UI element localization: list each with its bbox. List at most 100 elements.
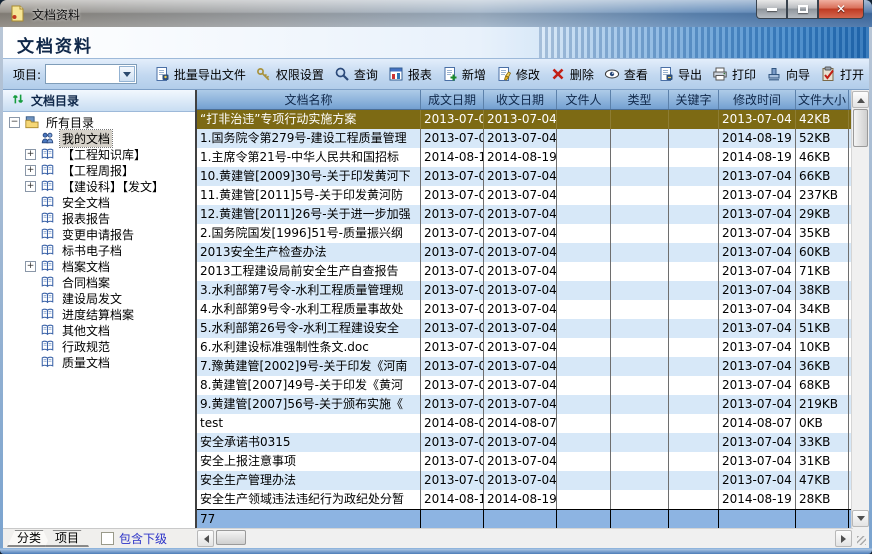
table-row[interactable]: 安全生产管理办法2013-07-042013-07-042013-07-0447… xyxy=(197,471,851,490)
column-header-收文日期[interactable]: 收文日期 xyxy=(484,90,557,109)
tree-item-变更申请报告[interactable]: 变更申请报告 xyxy=(3,226,195,242)
table-row[interactable]: 4.水利部第9号令-水利工程质量事故处2013-07-042013-07-042… xyxy=(197,300,851,319)
sidebar: 文档目录 −所有目录我的文档+【工程知识库】+【工程周报】+【建设科】【发文】安… xyxy=(3,90,196,528)
expand-plus-icon[interactable]: + xyxy=(25,261,36,272)
project-combobox[interactable] xyxy=(45,64,137,84)
add-button[interactable]: 新增 xyxy=(437,64,491,85)
table-cell: 2013-07-04 xyxy=(719,262,796,281)
tree-item-档案文档[interactable]: +档案文档 xyxy=(3,258,195,274)
expand-plus-icon[interactable]: + xyxy=(25,181,36,192)
tree-item-报表报告[interactable]: 报表报告 xyxy=(3,210,195,226)
query-button[interactable]: 查询 xyxy=(329,64,383,85)
table-row[interactable]: 2013工程建设局前安全生产自查报告2013-07-042013-07-0420… xyxy=(197,262,851,281)
table-cell: 2013-07-04 xyxy=(421,338,484,357)
vertical-scroll-thumb[interactable] xyxy=(853,109,868,147)
column-header-类型[interactable]: 类型 xyxy=(611,90,669,109)
report-button[interactable]: 报表 xyxy=(383,64,437,85)
tab-category[interactable]: 分类 xyxy=(7,530,51,547)
arrow-up-icon xyxy=(857,94,865,103)
export-button[interactable]: 导出 xyxy=(653,64,707,85)
table-cell: 2013-07-04 xyxy=(719,376,796,395)
include-sub-checkbox[interactable] xyxy=(101,532,114,545)
tree-item-其他文档[interactable]: 其他文档 xyxy=(3,322,195,338)
wizard-button[interactable]: 向导 xyxy=(761,64,815,85)
horizontal-scrollbar[interactable] xyxy=(196,528,853,548)
tree-item-所有目录[interactable]: −所有目录 xyxy=(3,114,195,130)
table-row[interactable]: 1.国务院令第279号-建设工程质量管理2013-07-042013-07-04… xyxy=(197,129,851,148)
column-header-关键字[interactable]: 关键字 xyxy=(669,90,719,109)
scroll-right-button[interactable] xyxy=(835,530,852,547)
table-row[interactable]: 8.黄建管[2007]49号-关于印发《黄河2013-07-042013-07-… xyxy=(197,376,851,395)
table-row[interactable]: 10.黄建管[2009]30号-关于印发黄河下2013-07-042013-07… xyxy=(197,167,851,186)
open-button[interactable]: 打开 xyxy=(815,64,869,85)
table-cell xyxy=(611,300,669,319)
tree-item-【工程周报】[interactable]: +【工程周报】 xyxy=(3,162,195,178)
batch-export-button[interactable]: 批量导出文件 xyxy=(149,64,251,85)
table-row[interactable]: 2013安全生产检查办法2013-07-042013-07-042013-07-… xyxy=(197,243,851,262)
table-cell: 219KB xyxy=(796,395,849,414)
tree-item-【工程知识库】[interactable]: +【工程知识库】 xyxy=(3,146,195,162)
horizontal-scroll-thumb[interactable] xyxy=(216,530,246,545)
table-row[interactable]: 3.水利部第7号令-水利工程质量管理规2013-07-042013-07-042… xyxy=(197,281,851,300)
tree-item-label: 合同档案 xyxy=(60,274,112,291)
print-button[interactable]: 打印 xyxy=(707,64,761,85)
permissions-button[interactable]: 权限设置 xyxy=(251,64,329,85)
tree-item-合同档案[interactable]: 合同档案 xyxy=(3,274,195,290)
key-icon xyxy=(256,66,272,82)
tree-item-进度结算档案[interactable]: 进度结算档案 xyxy=(3,306,195,322)
chevron-down-icon[interactable] xyxy=(119,66,135,82)
column-header-修改时间[interactable]: 修改时间 xyxy=(719,90,796,109)
delete-button[interactable]: 删除 xyxy=(545,64,599,85)
table-row[interactable]: 安全上报注意事项2013-07-042013-07-042013-07-0431… xyxy=(197,452,851,471)
tree-item-我的文档[interactable]: 我的文档 xyxy=(3,130,195,146)
tree-item-标书电子档[interactable]: 标书电子档 xyxy=(3,242,195,258)
table-row[interactable]: 2.国务院国发[1996]51号-质量振兴纲2013-07-042013-07-… xyxy=(197,224,851,243)
table-cell xyxy=(611,452,669,471)
view-button[interactable]: 查看 xyxy=(599,64,653,85)
column-header-成文日期[interactable]: 成文日期 xyxy=(421,90,484,109)
sync-icon[interactable] xyxy=(11,92,25,109)
table-row[interactable]: 6.水利建设标准强制性条文.doc2013-07-042013-07-04201… xyxy=(197,338,851,357)
table-cell: 2013-07-04 xyxy=(484,110,557,129)
scroll-down-button[interactable] xyxy=(852,510,869,527)
collapse-minus-icon[interactable]: − xyxy=(9,117,20,128)
close-button[interactable]: ✕ xyxy=(818,0,864,19)
table-row[interactable]: test2014-08-072014-08-072014-08-070KB xyxy=(197,414,851,433)
expand-plus-icon[interactable]: + xyxy=(25,165,36,176)
table-row[interactable]: “打非治违”专项行动实施方案2013-07-042013-07-042013-0… xyxy=(197,110,851,129)
tab-project[interactable]: 项目 xyxy=(45,530,89,547)
maximize-button[interactable] xyxy=(787,0,818,19)
book-icon xyxy=(39,243,56,257)
tree-item-【建设科】【发文】[interactable]: +【建设科】【发文】 xyxy=(3,178,195,194)
table-row[interactable]: 9.黄建管[2007]56号-关于颁布实施《2013-07-042013-07-… xyxy=(197,395,851,414)
tree-item-建设局发文[interactable]: 建设局发文 xyxy=(3,290,195,306)
column-header-文件人[interactable]: 文件人 xyxy=(557,90,611,109)
expand-plus-icon[interactable]: + xyxy=(25,149,36,160)
minimize-button[interactable] xyxy=(756,0,787,19)
count-row-cell xyxy=(796,510,849,528)
table-cell xyxy=(669,281,719,300)
table-row[interactable]: 1.主席令第21号-中华人民共和国招标2014-08-192014-08-192… xyxy=(197,148,851,167)
tree-item-label: 其他文档 xyxy=(60,322,112,339)
table-row[interactable]: 12.黄建管[2011]26号-关于进一步加强2013-07-042013-07… xyxy=(197,205,851,224)
vertical-scrollbar[interactable] xyxy=(851,90,869,528)
book-icon xyxy=(39,291,56,305)
tree-item-质量文档[interactable]: 质量文档 xyxy=(3,354,195,370)
column-header-文档名称[interactable]: 文档名称 xyxy=(197,90,421,109)
table-row[interactable]: 7.豫黄建管[2002]9号-关于印发《河南2013-07-042013-07-… xyxy=(197,357,851,376)
table-row[interactable]: 安全承诺书03152013-07-042013-07-042013-07-043… xyxy=(197,433,851,452)
toolbar-buttons: 批量导出文件权限设置查询报表新增修改删除查看导出打印向导打开 xyxy=(149,64,869,85)
table-row[interactable]: 11.黄建管[2011]5号-关于印发黄河防2013-07-042013-07-… xyxy=(197,186,851,205)
resize-grip[interactable] xyxy=(853,528,869,548)
scroll-left-button[interactable] xyxy=(197,530,214,547)
close-icon: ✕ xyxy=(836,3,846,15)
tree-item-安全文档[interactable]: 安全文档 xyxy=(3,194,195,210)
column-header-文件大小[interactable]: 文件大小 xyxy=(796,90,849,109)
table-row[interactable]: 5.水利部第26号令-水利工程建设安全2013-07-042013-07-042… xyxy=(197,319,851,338)
table-row[interactable]: 安全生产领域违法违纪行为政纪处分暂2014-08-192014-08-19201… xyxy=(197,490,851,509)
scroll-up-button[interactable] xyxy=(852,91,869,108)
table-cell: 29KB xyxy=(796,205,849,224)
table-cell: 7.豫黄建管[2002]9号-关于印发《河南 xyxy=(197,357,421,376)
tree-item-行政规范[interactable]: 行政规范 xyxy=(3,338,195,354)
edit-button[interactable]: 修改 xyxy=(491,64,545,85)
